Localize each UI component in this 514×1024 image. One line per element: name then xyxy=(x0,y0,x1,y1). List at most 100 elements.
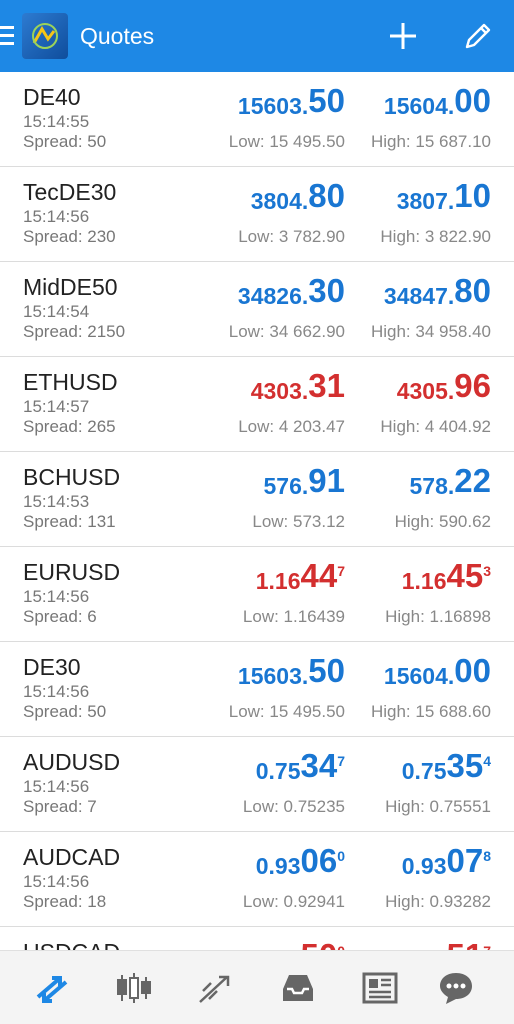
ask-price-prefix: 0.75 xyxy=(401,758,447,784)
spread-value: Spread: 7 xyxy=(23,797,97,816)
symbol-name: USDCAD xyxy=(23,939,120,950)
symbol-name: DE40 xyxy=(23,84,81,110)
ask-price-pips: 22 xyxy=(454,462,491,499)
bid-price: 34826. 30 xyxy=(238,272,345,310)
ask-price-fraction: 8 xyxy=(483,848,491,864)
symbol-name: BCHUSD xyxy=(23,464,121,490)
ask-price-pips: 51 xyxy=(446,937,483,950)
bid-price-pips: 80 xyxy=(308,177,345,214)
quotes-list[interactable]: DE40 15:14:55 Spread: 50 15603. 50 15604… xyxy=(0,72,514,950)
bid-price: 15603. 50 xyxy=(238,82,345,120)
bid-price-prefix: 15603. xyxy=(237,93,309,119)
ask-price-prefix: 15604. xyxy=(383,663,455,689)
symbol-name: AUDUSD xyxy=(23,749,121,775)
high-value: High: 590.62 xyxy=(394,512,491,531)
spread-value: Spread: 2150 xyxy=(23,322,126,341)
symbol-name: EURUSD xyxy=(23,559,121,585)
quote-row[interactable]: DE30 15:14:56 Spread: 50 15603. 50 15604… xyxy=(0,642,514,737)
high-value: High: 3 822.90 xyxy=(380,227,491,246)
low-value: Low: 4 203.47 xyxy=(238,417,345,436)
chat-nav-icon[interactable] xyxy=(436,969,476,1007)
bottom-navigation xyxy=(0,950,514,1024)
spread-value: Spread: 131 xyxy=(23,512,116,531)
high-value: High: 0.93282 xyxy=(385,892,491,911)
ask-price-fraction: 7 xyxy=(483,943,491,950)
spread-value: Spread: 18 xyxy=(23,892,107,911)
bid-price-pips: 50 xyxy=(308,82,345,119)
ask-price-pips: 96 xyxy=(454,367,491,404)
metatrader-logo-icon xyxy=(22,13,68,59)
bid-price-pips: 50 xyxy=(308,652,345,689)
ask-price-pips: 10 xyxy=(454,177,491,214)
bid-price-pips: 44 xyxy=(300,557,338,594)
ask-price-pips: 45 xyxy=(446,557,484,594)
ask-price: 51 7 xyxy=(446,937,491,950)
ask-price: 15604. 00 xyxy=(384,82,491,120)
quotes-nav-icon[interactable] xyxy=(32,969,72,1007)
quote-row[interactable]: EURUSD 15:14:56 Spread: 6 1.16 44 7 1.16… xyxy=(0,547,514,642)
bid-price-fraction: 0 xyxy=(337,943,345,950)
spread-value: Spread: 50 xyxy=(23,132,107,151)
bid-price-prefix: 1.16 xyxy=(255,568,301,594)
quote-time: 15:14:57 xyxy=(23,397,90,416)
symbol-name: AUDCAD xyxy=(23,844,121,870)
edit-list-button[interactable] xyxy=(460,18,496,54)
hamburger-icon[interactable] xyxy=(0,26,14,46)
bid-price: 0.93 06 0 xyxy=(256,842,345,880)
app-header: Quotes xyxy=(0,0,514,72)
ask-price: 15604. 00 xyxy=(384,652,491,690)
bid-price: 0.75 34 7 xyxy=(256,747,345,785)
ask-price-pips: 35 xyxy=(446,747,484,784)
quote-time: 15:14:56 xyxy=(23,872,90,891)
quote-row[interactable]: BCHUSD 15:14:53 Spread: 131 576. 91 578.… xyxy=(0,452,514,547)
quote-row[interactable]: USDCAD 50 0 51 7 xyxy=(0,927,514,950)
plus-icon xyxy=(390,23,416,49)
quote-time: 15:14:56 xyxy=(23,207,90,226)
symbol-name: DE30 xyxy=(23,654,81,680)
ask-price-prefix: 1.16 xyxy=(401,568,447,594)
bid-price-prefix: 34826. xyxy=(237,283,309,309)
bid-price-fraction: 7 xyxy=(337,563,345,579)
quote-row[interactable]: ETHUSD 15:14:57 Spread: 265 4303. 31 430… xyxy=(0,357,514,452)
bid-price-fraction: 7 xyxy=(337,753,345,769)
bid-price: 4303. 31 xyxy=(251,367,345,405)
bid-price-prefix: 4303. xyxy=(250,378,309,404)
bid-price-pips: 06 xyxy=(300,842,338,879)
spread-value: Spread: 50 xyxy=(23,702,107,721)
bid-price-pips: 91 xyxy=(308,462,345,499)
ask-price: 578. 22 xyxy=(410,462,491,500)
ask-price: 0.93 07 8 xyxy=(402,842,491,880)
low-value: Low: 1.16439 xyxy=(242,607,345,626)
ask-price: 0.75 35 4 xyxy=(402,747,491,785)
high-value: High: 1.16898 xyxy=(385,607,491,626)
quote-row[interactable]: TecDE30 15:14:56 Spread: 230 3804. 80 38… xyxy=(0,167,514,262)
quote-row[interactable]: AUDUSD 15:14:56 Spread: 7 0.75 34 7 0.75… xyxy=(0,737,514,832)
quote-time: 15:14:56 xyxy=(23,587,90,606)
quote-row[interactable]: AUDCAD 15:14:56 Spread: 18 0.93 06 0 0.9… xyxy=(0,832,514,927)
ask-price-fraction: 4 xyxy=(483,753,491,769)
ask-price-prefix: 3807. xyxy=(396,188,455,214)
history-inbox-nav-icon[interactable] xyxy=(278,969,318,1007)
bid-price-prefix: 0.93 xyxy=(255,853,301,879)
quote-time: 15:14:55 xyxy=(23,112,90,131)
page-title: Quotes xyxy=(80,23,155,49)
ask-price-prefix: 15604. xyxy=(383,93,455,119)
news-nav-icon[interactable] xyxy=(360,969,400,1007)
spread-value: Spread: 6 xyxy=(23,607,97,626)
ask-price: 3807. 10 xyxy=(397,177,491,215)
trade-nav-icon[interactable] xyxy=(196,969,236,1007)
quote-row[interactable]: MidDE50 15:14:54 Spread: 2150 34826. 30 … xyxy=(0,262,514,357)
bid-price-pips: 30 xyxy=(308,272,345,309)
bid-price: 3804. 80 xyxy=(251,177,345,215)
chart-candles-nav-icon[interactable] xyxy=(114,969,154,1007)
quote-row[interactable]: DE40 15:14:55 Spread: 50 15603. 50 15604… xyxy=(0,72,514,167)
add-symbol-button[interactable] xyxy=(385,18,421,54)
ask-price-pips: 07 xyxy=(446,842,484,879)
low-value: Low: 573.12 xyxy=(252,512,345,531)
bid-price-prefix: 15603. xyxy=(237,663,309,689)
low-value: Low: 34 662.90 xyxy=(228,322,345,341)
bid-price: 15603. 50 xyxy=(238,652,345,690)
ask-price-pips: 00 xyxy=(454,82,491,119)
bid-price: 1.16 44 7 xyxy=(256,557,345,595)
ask-price-prefix: 34847. xyxy=(383,283,455,309)
